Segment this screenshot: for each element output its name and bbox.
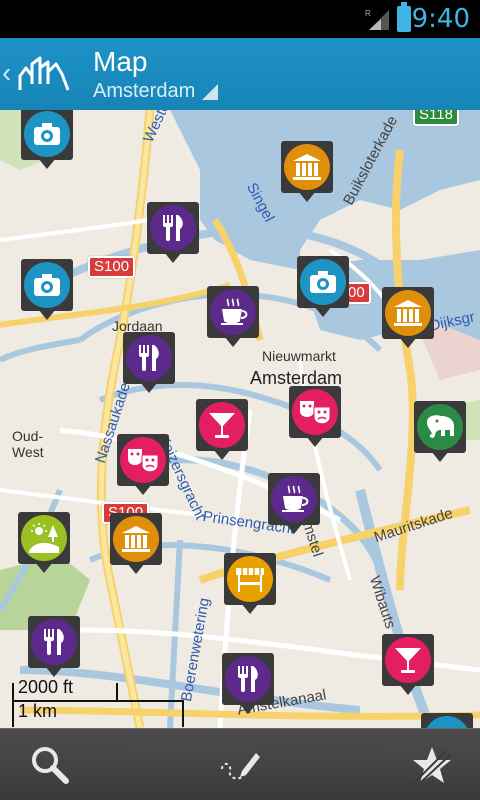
map-scale: 2000 ft 1 km <box>12 675 187 727</box>
museum-icon <box>122 526 150 552</box>
poi-zoo-pin[interactable] <box>414 401 466 463</box>
coffee-cup-icon <box>282 485 309 512</box>
poi-theater-pin[interactable] <box>117 434 169 496</box>
poi-restaurant-pin[interactable] <box>147 202 199 264</box>
poi-nightlife-pin[interactable] <box>196 399 248 461</box>
action-bar: ‹ Map Amsterdam <box>0 38 480 110</box>
poi-photo-pin[interactable] <box>421 713 473 728</box>
fork-knife-icon <box>44 629 64 655</box>
coffee-cup-icon <box>221 298 248 325</box>
search-icon[interactable] <box>28 743 72 787</box>
elephant-icon <box>427 415 454 438</box>
camera-icon <box>310 271 336 293</box>
signal-icon: R <box>365 9 389 30</box>
poi-restaurant-pin[interactable] <box>28 616 80 678</box>
status-clock: 9:40 <box>411 4 470 34</box>
poi-nightlife-pin[interactable] <box>382 634 434 696</box>
museum-icon <box>293 154 321 180</box>
place-label-oud-west-line2: West <box>12 444 44 460</box>
market-stall-icon <box>236 568 264 592</box>
poi-restaurant-pin[interactable] <box>222 653 274 715</box>
map-view[interactable]: Jordaan Nieuwmarkt Amsterdam Oud- West W… <box>0 110 480 728</box>
fork-knife-icon <box>163 215 183 241</box>
scale-imperial: 2000 ft <box>18 677 74 697</box>
battery-icon <box>397 2 411 32</box>
bottom-toolbar <box>0 728 480 800</box>
place-label-nieuwmarkt: Nieuwmarkt <box>262 348 336 364</box>
poi-cafe-pin[interactable] <box>268 473 320 535</box>
app-logo-icon[interactable] <box>18 54 72 94</box>
route-draw-icon[interactable] <box>218 743 262 787</box>
status-bar: R 9:40 <box>0 0 480 38</box>
scale-tick <box>116 683 118 701</box>
favorites-icon[interactable] <box>410 743 454 787</box>
scale-tick <box>12 683 14 727</box>
poi-photo-pin[interactable] <box>21 110 73 170</box>
poi-museum-pin[interactable] <box>281 141 333 203</box>
theater-masks-icon <box>128 449 159 473</box>
cocktail-glass-icon <box>209 413 235 438</box>
fork-knife-icon <box>238 666 258 692</box>
poi-museum-pin[interactable] <box>382 287 434 349</box>
theater-masks-icon <box>300 401 331 425</box>
svg-text:R: R <box>365 9 371 18</box>
cocktail-glass-icon <box>395 648 421 673</box>
place-label-oud-west-line1: Oud- <box>12 428 44 444</box>
scale-metric: 1 km <box>18 701 58 721</box>
scale-tick <box>182 701 184 727</box>
poi-park-pin[interactable] <box>18 512 70 574</box>
poi-market-pin[interactable] <box>224 553 276 615</box>
road-sign-s118: S118 <box>413 110 459 126</box>
camera-icon <box>34 123 60 145</box>
poi-cafe-pin[interactable] <box>207 286 259 348</box>
back-chevron-icon[interactable]: ‹ <box>2 56 16 90</box>
poi-restaurant-pin[interactable] <box>123 332 175 394</box>
dropdown-caret-icon[interactable] <box>202 84 218 100</box>
poi-museum-pin[interactable] <box>110 513 162 575</box>
museum-icon <box>394 300 422 326</box>
camera-icon <box>34 274 60 296</box>
poi-photo-pin[interactable] <box>297 256 349 318</box>
page-title: Map <box>93 46 148 77</box>
poi-theater-pin[interactable] <box>289 386 341 448</box>
park-icon <box>29 523 59 553</box>
fork-knife-icon <box>139 345 159 371</box>
road-sign-s100: S100 <box>88 256 136 278</box>
poi-photo-pin[interactable] <box>21 259 73 321</box>
city-selector[interactable]: Amsterdam <box>93 80 217 103</box>
